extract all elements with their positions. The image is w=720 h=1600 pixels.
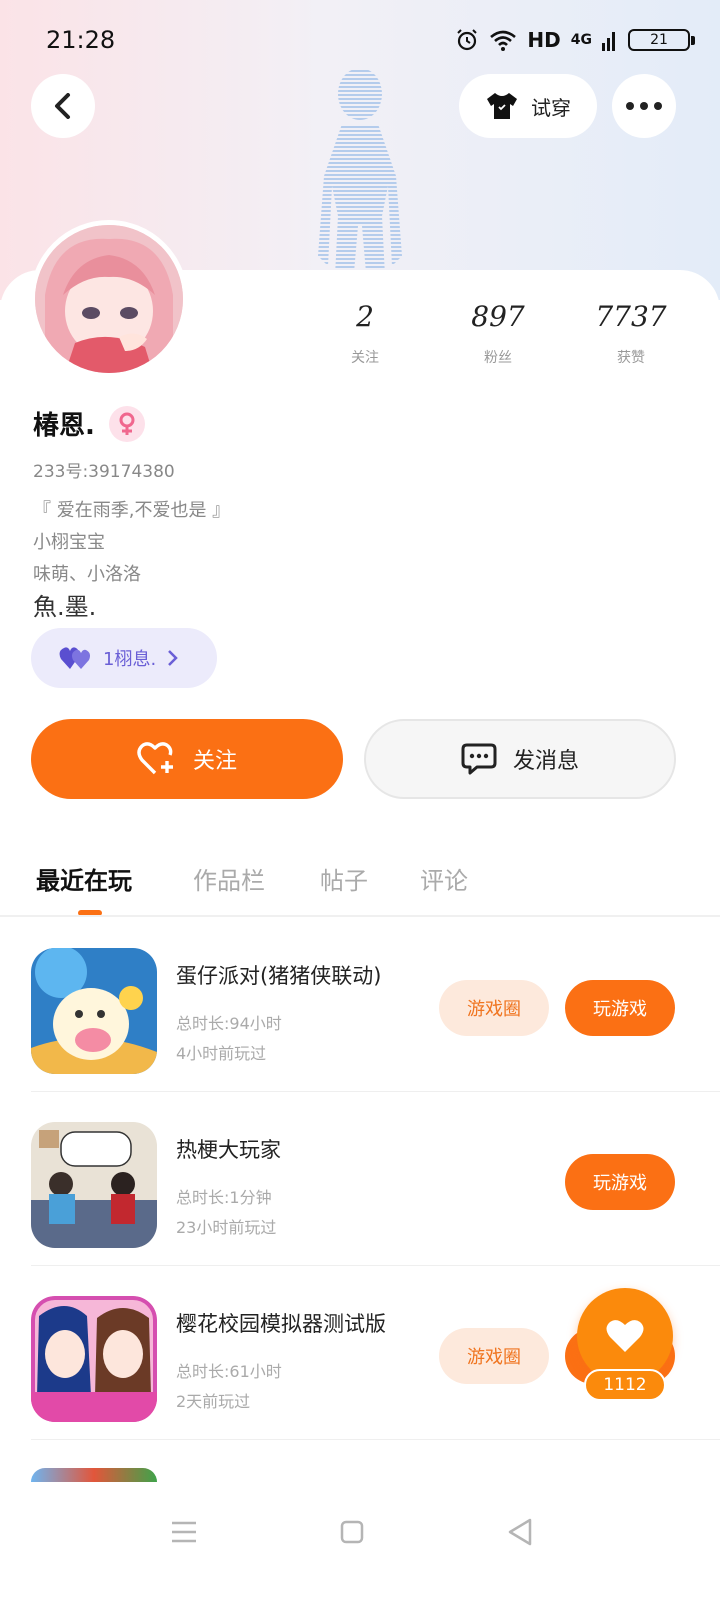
chat-bubble-icon (461, 743, 497, 775)
signal-4g-label: 4G (570, 32, 592, 48)
follow-button[interactable]: 关注 (31, 719, 343, 799)
chevron-right-icon (168, 650, 178, 666)
alarm-icon (457, 29, 478, 51)
game-title: 热梗大玩家 (176, 1138, 281, 1162)
home-square-icon (340, 1520, 364, 1544)
play-game-button[interactable]: 玩游戏 (565, 980, 675, 1036)
game-last-played: 4小时前玩过 (176, 1044, 267, 1063)
sakura-school-icon (31, 1296, 157, 1422)
row-divider (31, 1439, 720, 1440)
game-row[interactable]: 热梗大玩家 总时长:1分钟 23小时前玩过 玩游戏 (0, 1092, 720, 1266)
stat-following-label: 关注 (351, 350, 379, 366)
game-last-played: 23小时前玩过 (176, 1218, 277, 1237)
tab-recently-played[interactable]: 最近在玩 (36, 861, 132, 896)
tshirt-icon (487, 93, 517, 119)
stat-likes-label: 获赞 (617, 350, 645, 366)
game-icon[interactable] (31, 1468, 157, 1482)
game-icon[interactable] (31, 1296, 157, 1422)
tab-comments[interactable]: 评论 (420, 861, 468, 896)
gender-badge (108, 405, 145, 442)
avatar-illustration (35, 225, 183, 373)
status-icons: HD 4G 21 (455, 28, 695, 52)
status-time: 21:28 (46, 26, 116, 54)
tab-posts[interactable]: 帖子 (320, 861, 368, 896)
signal-bars-icon (602, 32, 615, 51)
fan-group-label: 1栩息. (103, 649, 157, 670)
follow-label: 关注 (192, 749, 237, 774)
network-hd-label: HD (527, 28, 561, 52)
battery-level: 21 (650, 32, 668, 48)
back-nav-button[interactable] (500, 1512, 540, 1552)
send-message-label: 发消息 (512, 749, 579, 774)
home-nav-button[interactable] (332, 1512, 372, 1552)
bio-line: 魚.墨. (33, 593, 97, 621)
stat-fans[interactable]: 897 粉丝 (438, 300, 558, 367)
avatar[interactable] (30, 220, 188, 378)
tabs-divider (0, 915, 720, 917)
stat-likes[interactable]: 7737 获赞 (571, 300, 691, 367)
double-heart-icon (59, 647, 90, 669)
menu-nav-button[interactable] (164, 1512, 204, 1552)
play-game-button[interactable]: 玩游戏 (565, 1154, 675, 1210)
tab-works[interactable]: 作品栏 (193, 861, 265, 896)
profile-tabs: 最近在玩 作品栏 帖子 评论 (0, 855, 720, 916)
game-duration: 总时长:1分钟 (176, 1188, 272, 1207)
bio: 『 爱在雨季,不爱也是 』 小栩宝宝 味萌、小洛洛 魚.墨. (33, 495, 230, 623)
bio-line: 味萌、小洛洛 (33, 564, 141, 585)
game-title: 蛋仔派对(猪猪侠联动) (176, 964, 382, 988)
username-row: 椿恩. (33, 405, 145, 442)
heart-plus-icon (137, 742, 173, 775)
game-icon[interactable] (31, 948, 157, 1074)
game-row[interactable]: 蛋仔派对(猪猪侠联动) 总时长:94小时 4小时前玩过 游戏圈 玩游戏 (0, 918, 720, 1092)
game-duration: 总时长:94小时 (176, 1014, 282, 1033)
game-duration: 总时长:61小时 (176, 1362, 282, 1381)
back-arrow-icon (55, 93, 70, 119)
try-on-button[interactable]: 试穿 (459, 74, 597, 138)
fan-group-pill[interactable]: 1栩息. (31, 628, 217, 688)
send-message-button[interactable]: 发消息 (364, 719, 676, 799)
meme-game-icon (31, 1122, 157, 1248)
game-last-played: 2天前玩过 (176, 1392, 251, 1411)
wifi-icon (490, 30, 517, 51)
try-on-label: 试穿 (531, 95, 571, 120)
bio-line: 小栩宝宝 (33, 532, 105, 553)
stat-fans-value: 897 (471, 300, 525, 333)
stat-likes-value: 7737 (595, 300, 667, 333)
eggy-party-icon (31, 948, 157, 1074)
game-icon[interactable] (31, 1122, 157, 1248)
status-bar: 21:28 HD 4G 21 (0, 0, 720, 88)
system-navigation-bar (0, 1482, 720, 1600)
game-circle-button[interactable]: 游戏圈 (439, 1328, 549, 1384)
more-options-button[interactable] (612, 74, 676, 138)
like-count-badge: 1112 (584, 1369, 666, 1401)
avatar-model-figure (318, 68, 402, 296)
heart-icon (606, 1320, 644, 1352)
stat-following-value: 2 (356, 300, 374, 333)
more-dots-icon (626, 102, 662, 110)
back-triangle-icon (508, 1518, 532, 1546)
user-id: 233号:39174380 (33, 462, 175, 482)
bio-line: 『 爱在雨季,不爱也是 』 (33, 500, 231, 521)
game-title: 樱花校园模拟器测试版 (176, 1312, 386, 1336)
game-circle-button[interactable]: 游戏圈 (439, 980, 549, 1036)
female-icon (119, 412, 135, 435)
menu-icon (172, 1521, 196, 1543)
battery-indicator: 21 (628, 29, 695, 51)
username: 椿恩. (33, 411, 95, 441)
stat-following[interactable]: 2 关注 (305, 300, 425, 367)
stat-fans-label: 粉丝 (484, 350, 512, 366)
back-button[interactable] (31, 74, 95, 138)
